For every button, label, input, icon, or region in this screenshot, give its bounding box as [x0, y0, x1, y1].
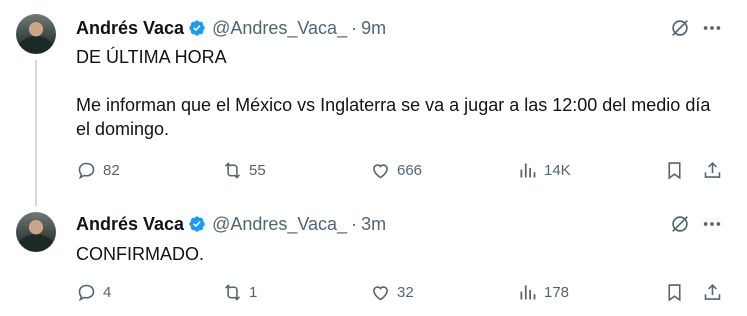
avatar[interactable] — [16, 14, 56, 54]
like-button[interactable]: 666 — [370, 160, 422, 181]
reply-count: 4 — [103, 284, 112, 301]
tweet-text: DE ÚLTIMA HORA Me informan que el México… — [76, 45, 726, 141]
share-icon — [704, 161, 721, 178]
view-count: 178 — [544, 284, 570, 301]
timestamp[interactable]: 9m — [361, 18, 386, 39]
bookmark-icon — [668, 284, 681, 302]
tweet-header: Andrés Vaca @Andres_Vaca_ · 9m — [76, 17, 386, 39]
share-button[interactable] — [702, 160, 723, 181]
like-button[interactable]: 32 — [370, 282, 414, 303]
repost-button[interactable]: 55 — [222, 160, 266, 181]
verified-badge-icon — [189, 20, 205, 36]
more-options-icon[interactable] — [701, 17, 723, 39]
grok-icon[interactable] — [669, 213, 691, 235]
tweet-text-line: CONFIRMADO. — [76, 244, 204, 264]
reply-count: 82 — [103, 162, 120, 179]
reply-button[interactable]: 4 — [76, 282, 111, 303]
tweet[interactable]: Andrés Vaca @Andres_Vaca_ · 9m DE ÚLTIMA… — [0, 0, 747, 206]
like-count: 32 — [397, 284, 414, 301]
bookmark-button[interactable] — [664, 282, 685, 303]
heart-icon — [373, 164, 388, 179]
author-handle[interactable]: @Andres_Vaca_ — [212, 18, 347, 39]
like-count: 666 — [397, 162, 423, 179]
reply-button[interactable]: 82 — [76, 160, 120, 181]
action-bar: 4 1 32 178 — [76, 282, 726, 306]
avatar[interactable] — [16, 212, 56, 252]
repost-icon — [224, 284, 241, 301]
tweet-text-paragraph: Me informan que el México vs Inglaterra … — [76, 95, 711, 139]
repost-count: 1 — [249, 284, 258, 301]
author-handle[interactable]: @Andres_Vaca_ — [212, 214, 347, 235]
action-bar: 82 55 666 14K — [76, 160, 726, 184]
repost-count: 55 — [249, 162, 266, 179]
heart-icon — [373, 286, 388, 301]
share-icon — [704, 283, 721, 300]
tweet-text-line: DE ÚLTIMA HORA — [76, 47, 227, 67]
author-name[interactable]: Andrés Vaca — [76, 214, 184, 235]
repost-button[interactable]: 1 — [222, 282, 257, 303]
thread-line — [35, 60, 37, 206]
timestamp[interactable]: 3m — [361, 214, 386, 235]
tweet-header: Andrés Vaca @Andres_Vaca_ · 3m — [76, 213, 386, 235]
tweet[interactable]: Andrés Vaca @Andres_Vaca_ · 3m CONFIRMAD… — [0, 200, 747, 316]
share-button[interactable] — [702, 282, 723, 303]
views-button[interactable]: 14K — [517, 160, 571, 181]
analytics-icon — [520, 163, 536, 178]
reply-icon — [78, 284, 95, 302]
bookmark-icon — [668, 162, 681, 180]
separator: · — [351, 17, 358, 38]
analytics-icon — [520, 285, 536, 300]
views-button[interactable]: 178 — [517, 282, 569, 303]
bookmark-button[interactable] — [664, 160, 685, 181]
separator: · — [351, 213, 358, 234]
verified-badge-icon — [189, 216, 205, 232]
more-options-icon[interactable] — [701, 213, 723, 235]
tweet-text: CONFIRMADO. — [76, 242, 726, 266]
repost-icon — [224, 162, 241, 179]
author-name[interactable]: Andrés Vaca — [76, 18, 184, 39]
view-count: 14K — [544, 162, 571, 179]
reply-icon — [78, 162, 95, 180]
grok-icon[interactable] — [669, 17, 691, 39]
